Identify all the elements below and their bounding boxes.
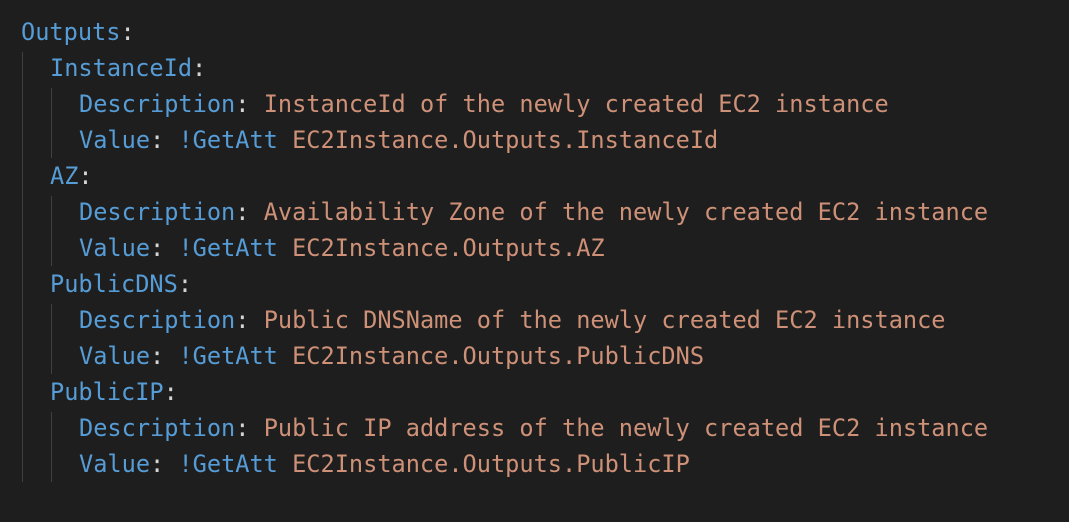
- yaml-key: PublicIP: [50, 378, 164, 406]
- yaml-key: Description: [79, 90, 236, 118]
- yaml-key: Value: [79, 342, 151, 370]
- code-line[interactable]: PublicIP:: [50, 374, 178, 410]
- yaml-tag: !GetAtt: [178, 126, 278, 154]
- yaml-string-value: EC2Instance.Outputs.PublicIP: [277, 450, 690, 478]
- code-line[interactable]: Value: !GetAtt EC2Instance.Outputs.Insta…: [79, 122, 718, 158]
- code-line[interactable]: InstanceId:: [50, 50, 206, 86]
- yaml-key: AZ: [50, 162, 79, 190]
- yaml-key: InstanceId: [50, 54, 193, 82]
- yaml-key: Outputs: [21, 18, 121, 46]
- code-line[interactable]: AZ:: [50, 158, 93, 194]
- yaml-string-value: EC2Instance.Outputs.PublicDNS: [277, 342, 705, 370]
- yaml-string-value: Public DNSName of the newly created EC2 …: [263, 306, 946, 334]
- code-line[interactable]: Description: Availability Zone of the ne…: [79, 194, 988, 230]
- yaml-key: Description: [79, 306, 236, 334]
- yaml-key: Value: [79, 450, 151, 478]
- yaml-key: Description: [79, 198, 236, 226]
- yaml-colon: :: [78, 162, 93, 190]
- code-line[interactable]: Description: Public DNSName of the newly…: [79, 302, 946, 338]
- yaml-string-value: EC2Instance.Outputs.InstanceId: [277, 126, 719, 154]
- yaml-string-value: EC2Instance.Outputs.AZ: [277, 234, 605, 262]
- yaml-colon: :: [177, 270, 193, 298]
- code-line[interactable]: Description: InstanceId of the newly cre…: [79, 86, 889, 122]
- indent-guide-level-2-instanceid: [51, 88, 52, 158]
- yaml-tag: !GetAtt: [178, 450, 278, 478]
- yaml-tag: !GetAtt: [178, 342, 278, 370]
- yaml-colon: :: [150, 450, 179, 478]
- yaml-string-value: Availability Zone of the newly created E…: [263, 198, 989, 226]
- code-line[interactable]: PublicDNS:: [50, 266, 192, 302]
- indent-guide-level-1: [22, 52, 23, 482]
- code-line[interactable]: Value: !GetAtt EC2Instance.Outputs.Publi…: [79, 446, 690, 482]
- code-line[interactable]: Description: Public IP address of the ne…: [79, 410, 988, 446]
- indent-guide-level-2-az: [51, 196, 52, 266]
- yaml-colon: :: [235, 198, 264, 226]
- code-line[interactable]: Outputs:: [21, 14, 135, 50]
- yaml-key: Value: [79, 126, 151, 154]
- yaml-colon: :: [235, 90, 264, 118]
- yaml-string-value: InstanceId of the newly created EC2 inst…: [263, 90, 889, 118]
- yaml-colon: :: [192, 54, 207, 82]
- yaml-key: PublicDNS: [50, 270, 178, 298]
- yaml-colon: :: [235, 306, 264, 334]
- yaml-key: Description: [79, 414, 236, 442]
- yaml-colon: :: [150, 342, 179, 370]
- yaml-colon: :: [150, 126, 179, 154]
- code-line[interactable]: Value: !GetAtt EC2Instance.Outputs.Publi…: [79, 338, 704, 374]
- code-line[interactable]: Value: !GetAtt EC2Instance.Outputs.AZ: [79, 230, 605, 266]
- code-editor[interactable]: Outputs: InstanceId: Description: Instan…: [0, 0, 1069, 522]
- indent-guide-level-2-publicip: [51, 412, 52, 482]
- yaml-colon: :: [235, 414, 264, 442]
- yaml-string-value: Public IP address of the newly created E…: [263, 414, 989, 442]
- yaml-colon: :: [163, 378, 178, 406]
- yaml-tag: !GetAtt: [178, 234, 278, 262]
- yaml-colon: :: [150, 234, 179, 262]
- yaml-colon: :: [120, 18, 135, 46]
- indent-guide-level-2-publicdns: [51, 304, 52, 374]
- yaml-key: Value: [79, 234, 151, 262]
